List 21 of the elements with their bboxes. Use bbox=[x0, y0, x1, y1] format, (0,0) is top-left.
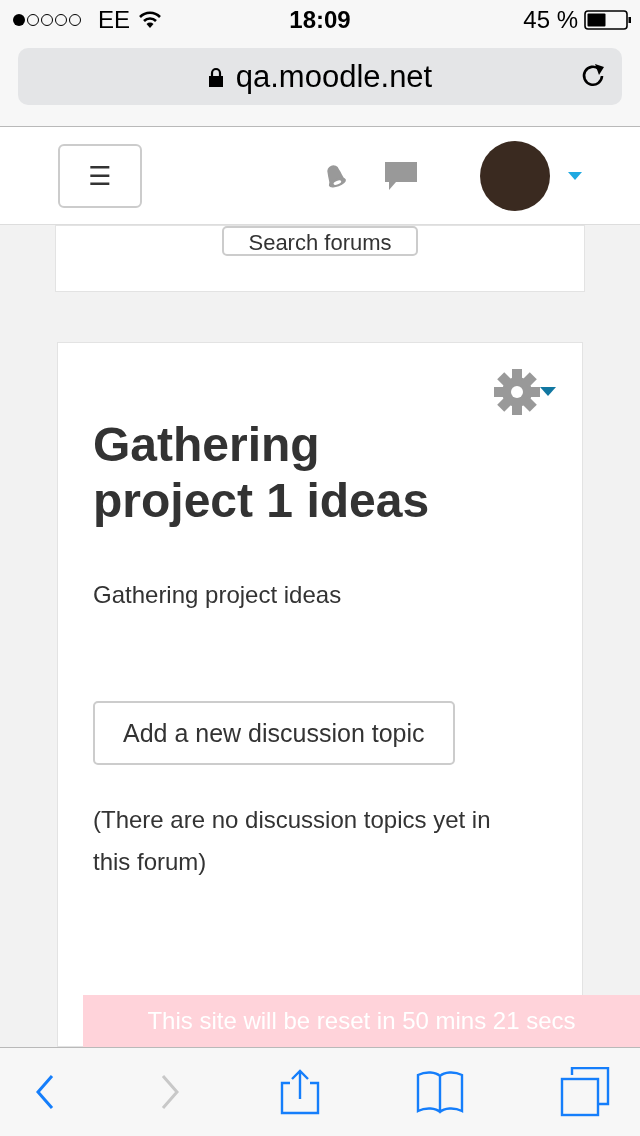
forum-title: Gathering project 1 ideas bbox=[93, 417, 431, 529]
search-forums-button[interactable]: Search forums bbox=[222, 226, 418, 256]
url-text: qa.moodle.net bbox=[235, 58, 433, 95]
empty-message: (There are no discussion topics yet in this forum) bbox=[93, 805, 492, 877]
forum-description: Gathering project ideas bbox=[93, 581, 343, 609]
share-icon[interactable] bbox=[280, 1067, 320, 1117]
caret-icon[interactable] bbox=[540, 387, 556, 396]
clock-time: 18:09 bbox=[289, 6, 351, 34]
caret-icon[interactable] bbox=[568, 171, 582, 180]
battery-icon bbox=[584, 10, 632, 30]
book-icon[interactable] bbox=[415, 1068, 465, 1116]
wifi-icon bbox=[138, 11, 162, 29]
tabs-icon[interactable] bbox=[560, 1067, 610, 1117]
address-bar[interactable]: qa.moodle.net bbox=[18, 48, 622, 105]
chat-icon[interactable] bbox=[384, 159, 418, 192]
add-discussion-button[interactable]: Add a new discussion topic bbox=[93, 701, 455, 765]
menu-button[interactable]: ☰ bbox=[58, 143, 142, 208]
battery-percent: 45 % bbox=[523, 6, 578, 34]
lock-icon bbox=[207, 66, 224, 87]
carrier-name: EE bbox=[98, 6, 130, 34]
gear-icon[interactable] bbox=[492, 367, 542, 417]
